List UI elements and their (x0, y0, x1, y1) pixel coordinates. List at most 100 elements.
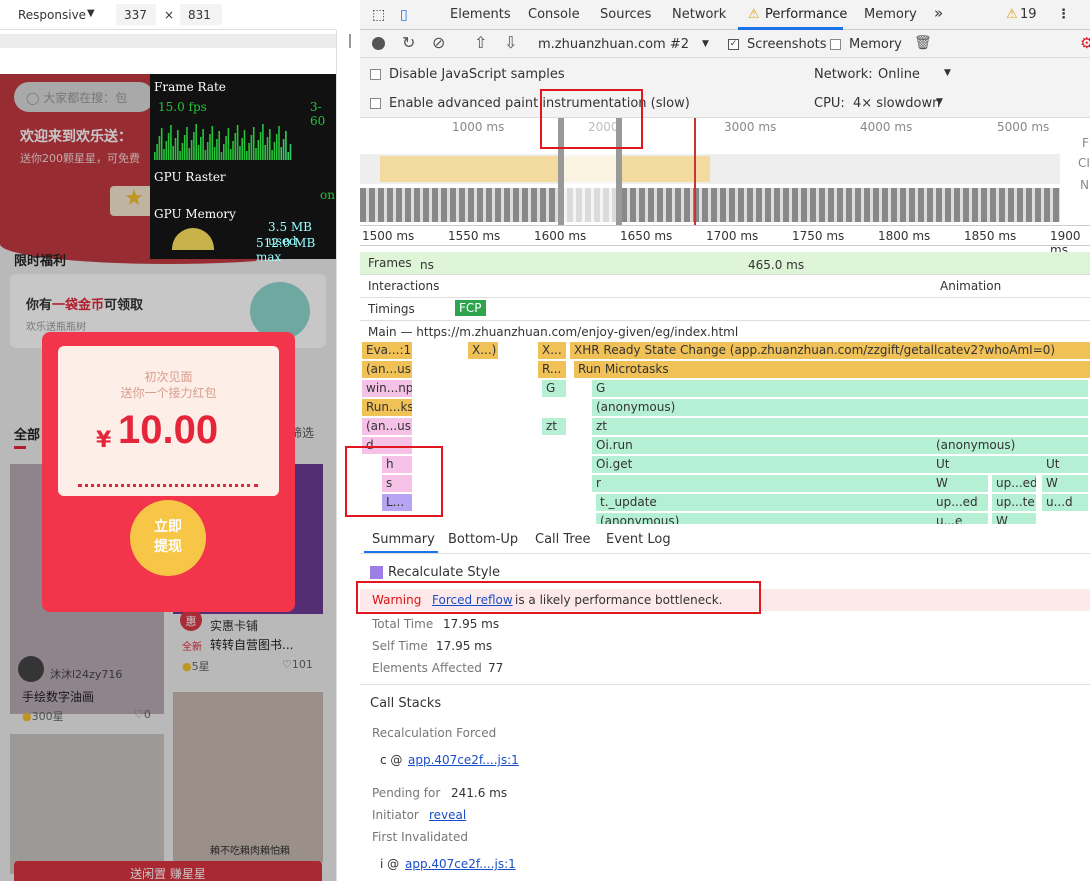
tab-memory[interactable]: Memory (864, 7, 917, 22)
devtools-tabbar: ⬚ ▯ Elements Console Sources Network ⚠ P… (360, 0, 1090, 30)
fps-title: Frame Rate (154, 80, 226, 94)
flame-block[interactable]: win...np (362, 380, 412, 397)
chevron-down-icon[interactable]: ▼ (936, 97, 943, 107)
flame-block[interactable]: X... (538, 342, 566, 359)
flame-block[interactable]: up...te (992, 494, 1036, 511)
tab-call-tree[interactable]: Call Tree (535, 532, 591, 547)
flame-block[interactable]: (an...us) (362, 418, 412, 435)
call-stacks-title: Call Stacks (370, 696, 442, 711)
flame-block[interactable]: zt (542, 418, 566, 435)
tab-sources[interactable]: Sources (600, 7, 651, 22)
flame-block[interactable]: (anonymous) (596, 513, 932, 524)
flame-block[interactable]: u...e (932, 513, 988, 524)
flame-block[interactable]: zt (592, 418, 932, 435)
flame-block[interactable]: R... (538, 361, 566, 378)
more-tabs-icon[interactable]: » (934, 4, 943, 22)
width-input[interactable]: 337 (116, 4, 156, 25)
timings-lane[interactable]: Timings FCP (360, 298, 1090, 321)
flame-block[interactable]: up...ed (992, 475, 1036, 492)
tab-network[interactable]: Network (672, 7, 726, 22)
flame-block[interactable]: (anonymous) (592, 399, 932, 416)
interactions-lane[interactable]: Interactions Animation (360, 275, 1090, 298)
rp-line1: 初次见面 (144, 370, 193, 384)
tab-summary[interactable]: Summary (372, 532, 435, 547)
clear-icon[interactable]: ⊘ (432, 33, 445, 52)
frames-label[interactable]: Frames (368, 256, 412, 270)
memory-checkbox[interactable]: Memory (830, 37, 902, 52)
tab-console[interactable]: Console (528, 7, 580, 22)
fps-bar (271, 150, 273, 160)
chevron-down-icon[interactable]: ▼ (944, 68, 951, 78)
chevron-down-icon[interactable]: ▼ (87, 8, 95, 19)
main-label[interactable]: Main — https://m.zhuanzhuan.com/enjoy-gi… (368, 325, 738, 339)
kebab-menu-icon[interactable]: ⋮ (1057, 7, 1070, 22)
timings-label[interactable]: Timings (368, 302, 415, 316)
flame-block[interactable]: Run...ks (362, 399, 412, 416)
main-lane[interactable]: Main — https://m.zhuanzhuan.com/enjoy-gi… (360, 321, 1090, 344)
flame-block[interactable]: Oi.run (592, 437, 932, 454)
splitter-handle[interactable] (349, 34, 351, 48)
flame-block[interactable]: (an...us) (362, 361, 412, 378)
flame-block[interactable]: X...) (468, 342, 498, 359)
main-flame-rows[interactable]: Eva...:1) X...) X... XHR Ready State Cha… (360, 342, 1090, 524)
flame-block[interactable]: r (592, 475, 932, 492)
c-source-link[interactable]: app.407ce2f....js:1 (408, 753, 519, 767)
warning-count[interactable]: 19 (1020, 7, 1037, 22)
tab-bottom-up[interactable]: Bottom-Up (448, 532, 518, 547)
ruler-strip (0, 34, 336, 48)
flame-block[interactable] (932, 380, 1088, 397)
fps-bar (165, 141, 168, 160)
profile-select[interactable]: m.zhuanzhuan.com #2 (538, 37, 689, 52)
i-source-link[interactable]: app.407ce2f....js:1 (405, 857, 516, 871)
flame-block[interactable]: Ut (932, 456, 1042, 473)
flame-block[interactable]: Ut (1042, 456, 1088, 473)
flame-block[interactable]: W (992, 513, 1036, 524)
pending-label: Pending for (372, 786, 441, 800)
cpu-select[interactable]: 4× slowdown (853, 96, 940, 111)
flame-block[interactable] (932, 418, 1088, 435)
rp-withdraw-button[interactable]: 立即 提现 (130, 500, 206, 576)
screenshots-checkbox[interactable]: ✓ Screenshots (728, 37, 827, 52)
flame-block[interactable]: t._update (596, 494, 932, 511)
network-select[interactable]: Online (878, 67, 920, 82)
reload-icon[interactable]: ↻ (402, 33, 415, 52)
interactions-label[interactable]: Interactions (368, 279, 439, 293)
upload-icon[interactable]: ⇧ (474, 33, 487, 52)
flame-block[interactable]: G (592, 380, 932, 397)
screenshots-strip (360, 188, 1060, 222)
checkbox-checked-icon[interactable]: ✓ (728, 39, 739, 50)
flame-block[interactable]: u...d (1042, 494, 1088, 511)
flame-block[interactable]: (anonymous) (932, 437, 1088, 454)
tab-event-log[interactable]: Event Log (606, 532, 671, 547)
fcp-marker[interactable]: FCP (455, 300, 486, 316)
record-icon[interactable] (372, 37, 385, 50)
flame-block[interactable]: W (1042, 475, 1088, 492)
flame-chart[interactable]: Frames ns 465.0 ms Interactions Animatio… (360, 252, 1090, 524)
flame-block[interactable] (932, 399, 1088, 416)
trash-icon[interactable]: 🗑 (914, 35, 932, 51)
gpu-memory-gauge (172, 228, 214, 250)
chevron-down-icon[interactable]: ▼ (702, 39, 709, 49)
download-icon[interactable]: ⇩ (504, 33, 517, 52)
tab-elements[interactable]: Elements (450, 7, 511, 22)
tab-performance[interactable]: Performance (765, 7, 847, 22)
flame-block[interactable]: Eva...:1) (362, 342, 412, 359)
microtasks-block[interactable]: Run Microtasks (574, 361, 1090, 378)
fps-bar (250, 135, 253, 160)
flame-block[interactable]: W (932, 475, 988, 492)
inspect-icon[interactable]: ⬚ (372, 7, 385, 23)
fps-bar (287, 152, 289, 160)
gear-icon[interactable]: ⚙ (1080, 34, 1090, 52)
flame-block[interactable]: G (542, 380, 566, 397)
device-toggle-icon[interactable]: ▯ (400, 7, 408, 23)
timeline-overview[interactable]: 1000 ms 2000 3000 ms 4000 ms 5000 ms F C… (360, 118, 1090, 226)
disable-js-samples[interactable]: Disable JavaScript samples (370, 67, 565, 82)
self-time-label: Self Time (372, 639, 428, 653)
initiator-link[interactable]: reveal (429, 808, 466, 822)
xhr-block[interactable]: XHR Ready State Change (app.zhuanzhuan.c… (570, 342, 1090, 359)
flame-block[interactable]: up...ed (932, 494, 988, 511)
flame-block[interactable]: Oi.get (592, 456, 932, 473)
device-mode-select[interactable]: Responsive (18, 8, 86, 22)
frames-lane[interactable]: Frames ns 465.0 ms (360, 252, 1090, 275)
height-input[interactable]: 831 (180, 4, 222, 25)
